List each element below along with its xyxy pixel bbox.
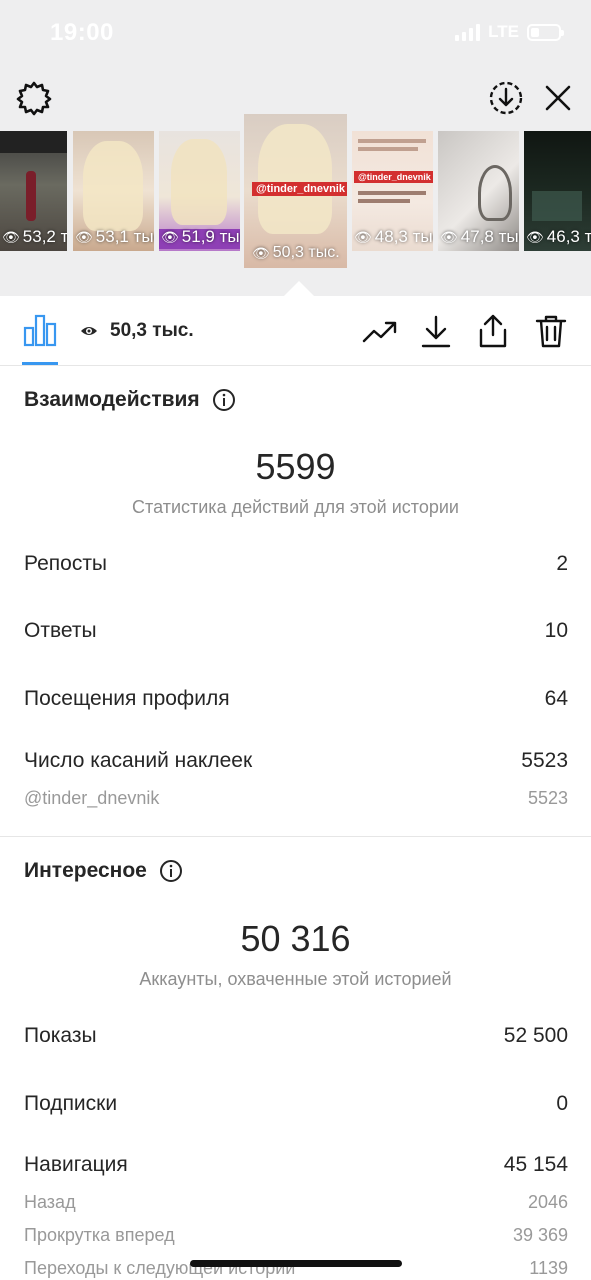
story-thumbnail[interactable]: @tinder_dnevnik 👁48,3 тыс. <box>352 131 433 251</box>
thumbnail-views: 👁53,1 тыс. <box>75 227 154 246</box>
stat-value: 52 500 <box>503 1024 568 1047</box>
thumbnail-views: 👁 50,3 тыс. <box>252 244 340 261</box>
eye-icon <box>81 327 97 335</box>
stat-value: 1139 <box>529 1258 568 1278</box>
signal-icon <box>455 23 481 41</box>
stat-value: 45 154 <box>503 1153 568 1176</box>
interactions-total: 5599 <box>255 446 336 487</box>
status-indicators: LTE <box>455 22 564 42</box>
active-tab-indicator <box>22 362 58 365</box>
stat-row-navigation: Навигация 45 154 <box>24 1153 568 1177</box>
story-thumbnail-selected[interactable]: @tinder_dnevnik 👁 50,3 тыс. <box>244 114 347 268</box>
download-icon[interactable] <box>418 313 454 349</box>
stat-row-follows: Подписки 0 <box>24 1092 568 1116</box>
stat-value: 2046 <box>527 1192 568 1212</box>
story-thumbnail[interactable]: 👁47,8 тыс. <box>438 131 519 251</box>
thumbnail-views: 👁47,8 тыс. <box>440 227 519 246</box>
stat-label: @tinder_dnevnik <box>24 788 160 808</box>
section-title-interactions: Взаимодействия <box>24 388 236 412</box>
stat-value: 64 <box>544 687 568 710</box>
section-title-discovery: Интересное <box>24 859 183 883</box>
network-type: LTE <box>488 22 519 41</box>
stat-row-sticker-taps: Число касаний наклеек 5523 <box>24 749 568 773</box>
stat-value: 10 <box>544 619 568 642</box>
story-thumbnail[interactable]: 👁53,1 тыс. <box>73 131 154 251</box>
status-time: 19:00 <box>50 19 114 46</box>
story-header: 19:00 LTE 👁53,2 тыс. <box>0 0 591 296</box>
delete-trash-icon[interactable] <box>533 313 569 349</box>
stat-value: 39 369 <box>512 1225 568 1245</box>
stat-label: Навигация <box>24 1153 128 1176</box>
stat-row-impressions: Показы 52 500 <box>24 1024 568 1048</box>
thumbnail-views: 👁46,3 тыс. <box>526 227 591 246</box>
stat-value: 5523 <box>527 788 568 808</box>
discovery-title-text: Интересное <box>24 859 147 882</box>
discovery-total: 50 316 <box>240 918 351 959</box>
save-download-icon[interactable] <box>486 78 526 118</box>
reach-summary: 50,3 тыс. <box>80 320 194 342</box>
stat-label: Подписки <box>24 1092 118 1115</box>
stat-label: Посещения профиля <box>24 687 230 710</box>
thumbnail-tag: @tinder_dnevnik <box>354 171 433 183</box>
story-thumbnails: 👁53,2 тыс. 👁53,1 тыс. 👁51,9 тыс. @tinder… <box>0 114 591 270</box>
thumbnail-views: 👁51,9 тыс. <box>161 227 240 246</box>
stat-value: 5523 <box>521 749 568 772</box>
stat-label: Число касаний наклеек <box>24 749 253 772</box>
thumbnail-tag: @tinder_dnevnik <box>252 182 347 196</box>
reach-value: 50,3 тыс. <box>110 320 194 341</box>
status-bar: 19:00 LTE <box>0 0 591 64</box>
thumbnail-views: 👁53,2 тыс. <box>2 227 67 246</box>
battery-icon <box>527 23 564 41</box>
stat-label: Репосты <box>24 552 108 575</box>
story-thumbnail[interactable]: 👁46,3 тыс. <box>524 131 591 251</box>
stat-row-replies: Ответы 10 <box>24 619 568 643</box>
stat-value: 2 <box>556 552 568 575</box>
info-icon[interactable] <box>212 388 236 412</box>
stat-value: 0 <box>556 1092 568 1115</box>
stat-row-reposts: Репосты 2 <box>24 552 568 576</box>
insights-toolbar: 50,3 тыс. <box>0 296 591 366</box>
stat-label: Назад <box>24 1192 76 1212</box>
selected-pointer <box>284 281 314 296</box>
close-icon[interactable] <box>538 78 578 118</box>
info-icon[interactable] <box>159 859 183 883</box>
trending-icon[interactable] <box>362 313 398 349</box>
interactions-title-text: Взаимодействия <box>24 388 200 411</box>
interactions-subtitle: Статистика действий для этой истории <box>132 497 459 517</box>
thumbnail-views: 👁48,3 тыс. <box>354 227 433 246</box>
discovery-subtitle: Аккаунты, охваченные этой историей <box>139 969 452 989</box>
stat-row-forward: Прокрутка вперед 39 369 <box>24 1225 568 1246</box>
stat-label: Показы <box>24 1024 97 1047</box>
story-thumbnail[interactable]: 👁53,2 тыс. <box>0 131 67 251</box>
stat-label: Ответы <box>24 619 97 642</box>
stat-row-back: Назад 2046 <box>24 1192 568 1213</box>
section-divider <box>0 836 591 837</box>
stat-row-sticker-mention: @tinder_dnevnik 5523 <box>24 788 568 809</box>
settings-gear-icon[interactable] <box>14 78 54 118</box>
stat-row-profile-visits: Посещения профиля 64 <box>24 687 568 711</box>
stat-label: Прокрутка вперед <box>24 1225 175 1245</box>
story-thumbnail[interactable]: 👁51,9 тыс. <box>159 131 240 251</box>
insights-bars-icon[interactable] <box>22 312 58 348</box>
home-indicator[interactable] <box>190 1260 402 1267</box>
share-icon[interactable] <box>475 313 511 349</box>
